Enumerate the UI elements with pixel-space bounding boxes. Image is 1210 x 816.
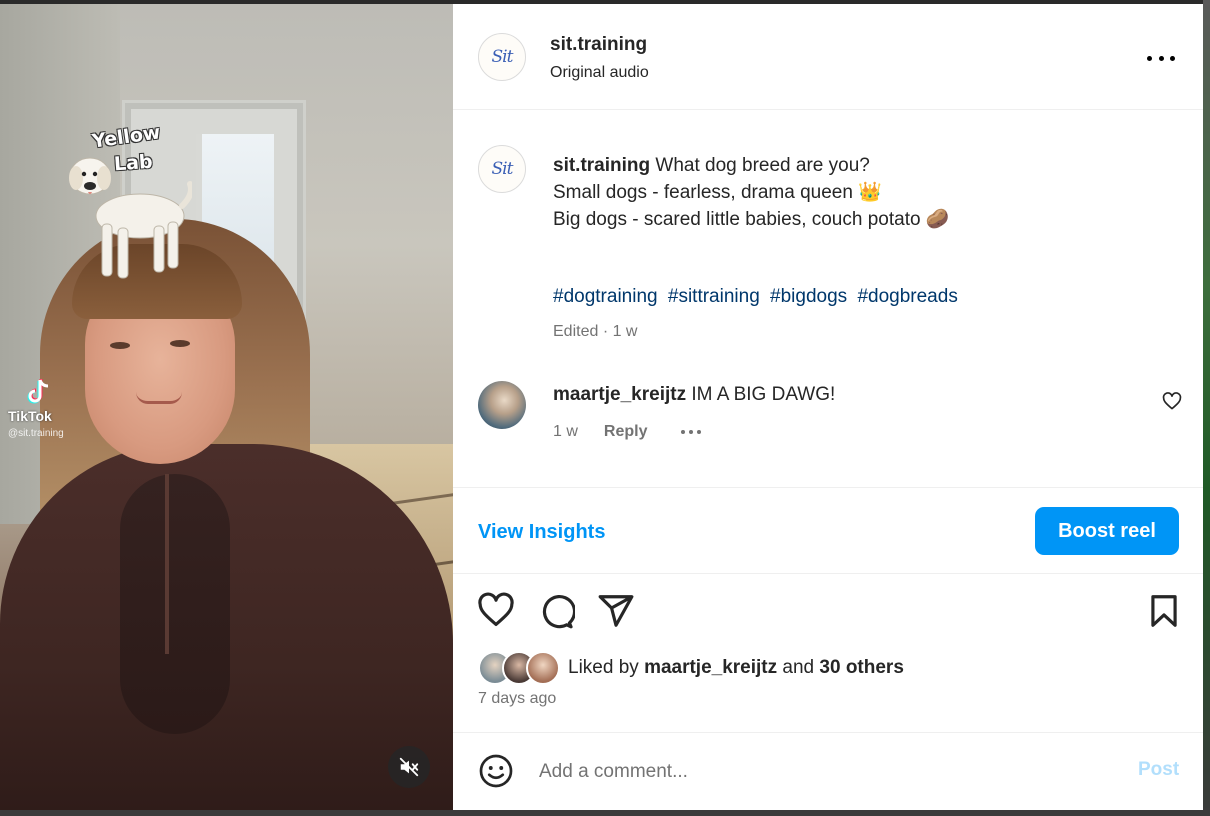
caption-section: Sit sit.training What dog breed are you?… bbox=[453, 110, 1203, 487]
speaker-muted-icon bbox=[399, 757, 419, 777]
dot bbox=[1147, 55, 1152, 61]
comment-message: IM A BIG DAWG! bbox=[691, 384, 836, 405]
comment-heart-icon[interactable] bbox=[1162, 392, 1182, 412]
likes-text: Liked by maartje_kreijtz and 30 others bbox=[568, 657, 904, 679]
post-time-ago: 7 days ago bbox=[478, 690, 557, 707]
comment-options-icon[interactable] bbox=[681, 430, 702, 434]
video-hoodie-fold bbox=[120, 474, 230, 734]
comment-input[interactable] bbox=[537, 755, 1101, 789]
mute-button[interactable] bbox=[388, 746, 430, 788]
insights-bar: View Insights Boost reel bbox=[453, 487, 1203, 574]
likes-prefix: Liked by bbox=[568, 657, 639, 678]
dot bbox=[1170, 55, 1175, 61]
paper-plane-icon[interactable] bbox=[597, 592, 635, 630]
post-details-panel: Sit sit.training Original audio Sit sit.… bbox=[453, 4, 1203, 810]
dot bbox=[1158, 55, 1164, 61]
view-insights-link[interactable]: View Insights bbox=[478, 521, 605, 544]
post-header: Sit sit.training Original audio bbox=[453, 4, 1203, 110]
sit-logo-icon: Sit bbox=[491, 159, 514, 179]
add-comment-bar: Post bbox=[453, 732, 1203, 811]
comment-meta: 1 w Reply bbox=[553, 423, 702, 441]
likes-others-link[interactable]: 30 others bbox=[819, 657, 903, 678]
liker-username[interactable]: maartje_kreijtz bbox=[644, 657, 777, 678]
sit-logo-icon: Sit bbox=[491, 47, 514, 67]
comment-avatar[interactable] bbox=[478, 381, 526, 429]
reply-button[interactable]: Reply bbox=[604, 423, 648, 441]
caption-username[interactable]: sit.training bbox=[553, 155, 650, 176]
tiktok-logo-icon bbox=[27, 379, 49, 404]
likes-summary: Liked by maartje_kreijtz and 30 others bbox=[478, 651, 904, 685]
hashtag-link[interactable]: #bigdogs bbox=[770, 286, 847, 307]
video-person-mouth bbox=[136, 392, 182, 404]
tiktok-brand-text: TikTok bbox=[8, 408, 52, 424]
crown-emoji: 👑 bbox=[858, 182, 882, 203]
heart-icon[interactable] bbox=[477, 592, 515, 630]
bookmark-icon[interactable] bbox=[1145, 592, 1183, 630]
caption-text: sit.training What dog breed are you? Sma… bbox=[553, 152, 1173, 233]
post-actions: Liked by maartje_kreijtz and 30 others 7… bbox=[453, 572, 1203, 732]
comment-text: maartje_kreijtz IM A BIG DAWG! bbox=[553, 384, 835, 406]
boost-reel-button[interactable]: Boost reel bbox=[1035, 507, 1179, 555]
audio-label[interactable]: Original audio bbox=[550, 64, 649, 82]
backdrop-right bbox=[1203, 0, 1210, 816]
hashtag-link[interactable]: #dogtraining bbox=[553, 286, 658, 307]
hashtag-link[interactable]: #sittraining bbox=[668, 286, 760, 307]
sticker-text-lab: Lab bbox=[113, 150, 154, 176]
comment-bubble-icon[interactable] bbox=[537, 592, 575, 630]
hashtag-list: #dogtraining #sittraining #bigdogs #dogb… bbox=[553, 286, 963, 308]
more-options-icon[interactable] bbox=[1147, 48, 1175, 68]
comment-time: 1 w bbox=[553, 423, 578, 440]
video-person-eye bbox=[170, 340, 190, 347]
edited-timestamp: Edited · 1 w bbox=[553, 323, 638, 340]
smiley-icon[interactable] bbox=[478, 753, 514, 789]
profile-avatar[interactable]: Sit bbox=[478, 33, 526, 81]
caption-line3: Big dogs - scared little babies, couch p… bbox=[553, 209, 921, 230]
video-person-eye bbox=[110, 342, 130, 349]
liker-avatar[interactable] bbox=[526, 651, 560, 685]
comment-username[interactable]: maartje_kreijtz bbox=[553, 384, 686, 405]
caption-line2: Small dogs - fearless, drama queen bbox=[553, 182, 853, 203]
caption-line1: What dog breed are you? bbox=[655, 155, 870, 176]
caption-avatar[interactable]: Sit bbox=[478, 145, 526, 193]
reel-video[interactable]: Yellow Lab TikTok @sit.training bbox=[0, 4, 453, 810]
tiktok-handle-text: @sit.training bbox=[8, 428, 64, 439]
post-button[interactable]: Post bbox=[1138, 759, 1179, 781]
header-username[interactable]: sit.training bbox=[550, 34, 647, 56]
likes-conjunction: and bbox=[782, 657, 815, 678]
video-hoodie-zipper bbox=[165, 474, 169, 654]
hashtag-link[interactable]: #dogbreads bbox=[857, 286, 957, 307]
potato-emoji: 🥔 bbox=[925, 209, 950, 230]
